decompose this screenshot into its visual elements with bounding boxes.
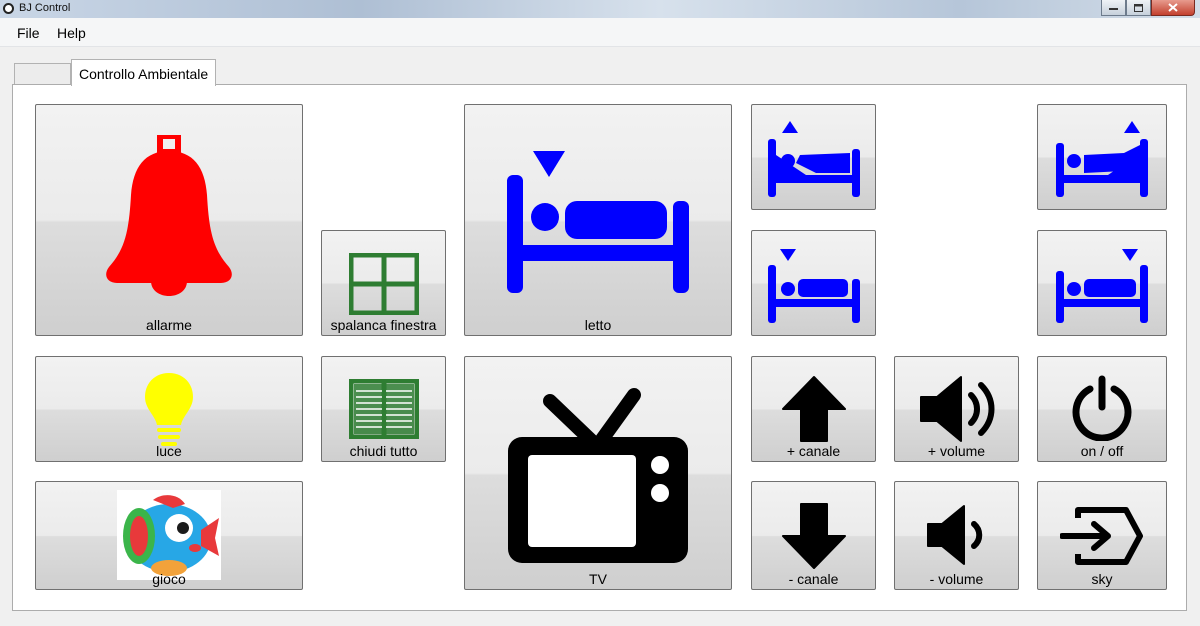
speaker-up-icon <box>895 373 1018 445</box>
menu-help[interactable]: Help <box>57 25 86 41</box>
power-icon <box>1038 375 1166 441</box>
maximize-button[interactable] <box>1126 0 1151 16</box>
menu-file[interactable]: File <box>17 25 40 41</box>
bed-head-down-icon <box>752 247 875 325</box>
volume-down-button[interactable]: - volume <box>894 481 1019 590</box>
allarme-button[interactable]: allarme <box>35 104 303 336</box>
tab-unnamed[interactable] <box>14 63 71 85</box>
chiudi-tutto-button[interactable]: chiudi tutto <box>321 356 446 462</box>
app-icon <box>3 3 14 14</box>
bed-head-down-button[interactable] <box>751 230 876 336</box>
sky-button[interactable]: sky <box>1037 481 1167 590</box>
volume-up-label: + volume <box>927 443 986 459</box>
input-source-icon <box>1038 506 1166 566</box>
minimize-button[interactable] <box>1101 0 1126 16</box>
gioco-label: gioco <box>152 571 186 587</box>
tv-label: TV <box>589 571 607 587</box>
menu-bar: File Help <box>0 18 1200 47</box>
canale-down-label: - canale <box>788 571 839 587</box>
sky-label: sky <box>1091 571 1113 587</box>
blinds-icon <box>322 379 445 439</box>
bed-head-up-button[interactable] <box>751 104 876 210</box>
on-off-label: on / off <box>1080 443 1124 459</box>
gioco-button[interactable]: gioco <box>35 481 303 590</box>
minimize-icon <box>1109 7 1118 10</box>
lightbulb-icon <box>36 371 302 447</box>
arrow-up-icon <box>752 375 875 443</box>
window-titlebar: BJ Control <box>0 0 1200 18</box>
tv-icon <box>465 383 731 565</box>
speaker-down-icon <box>895 502 1018 568</box>
bed-feet-up-icon <box>1038 119 1166 199</box>
bed-down-icon <box>465 147 731 295</box>
window-open-icon <box>322 253 445 315</box>
letto-button[interactable]: letto <box>464 104 732 336</box>
luce-label: luce <box>156 443 182 459</box>
volume-up-button[interactable]: + volume <box>894 356 1019 462</box>
maximize-icon <box>1134 3 1143 12</box>
window-title: BJ Control <box>19 2 71 14</box>
close-button[interactable] <box>1151 0 1195 16</box>
arrow-down-icon <box>752 502 875 570</box>
bed-feet-down-button[interactable] <box>1037 230 1167 336</box>
letto-label: letto <box>584 317 612 333</box>
window-controls <box>1101 0 1195 16</box>
spalanca-finestra-button[interactable]: spalanca finestra <box>321 230 446 336</box>
bell-icon <box>36 131 302 307</box>
spalanca-finestra-label: spalanca finestra <box>330 317 437 333</box>
on-off-button[interactable]: on / off <box>1037 356 1167 462</box>
allarme-label: allarme <box>146 317 192 333</box>
close-icon <box>1168 3 1178 12</box>
canale-up-label: + canale <box>786 443 841 459</box>
volume-down-label: - volume <box>929 571 984 587</box>
bed-feet-up-button[interactable] <box>1037 104 1167 210</box>
tv-button[interactable]: TV <box>464 356 732 590</box>
tab-controllo-ambientale[interactable]: Controllo Ambientale <box>71 59 216 86</box>
canale-down-button[interactable]: - canale <box>751 481 876 590</box>
bed-feet-down-icon <box>1038 247 1166 325</box>
toy-fish-image <box>36 490 302 580</box>
chiudi-tutto-label: chiudi tutto <box>349 443 418 459</box>
tab-panel: allarme spalanca finestra letto luce chi… <box>12 84 1187 611</box>
luce-button[interactable]: luce <box>35 356 303 462</box>
bed-head-up-icon <box>752 119 875 199</box>
canale-up-button[interactable]: + canale <box>751 356 876 462</box>
